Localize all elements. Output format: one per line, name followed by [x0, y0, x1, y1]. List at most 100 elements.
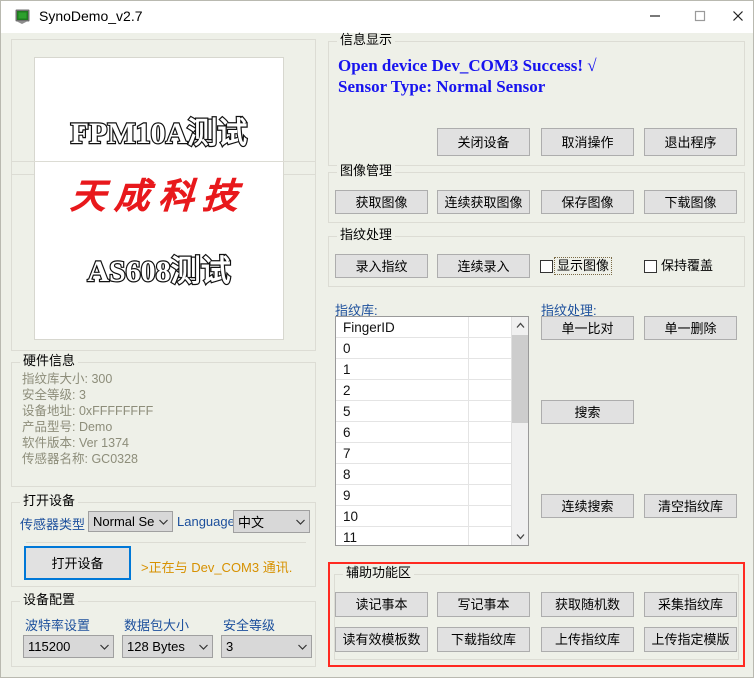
connection-status-text: >正在与 Dev_COM3 通讯. [141, 560, 293, 575]
list-item[interactable]: 7 [336, 443, 528, 464]
list-item-fingerid: 7 [343, 445, 351, 461]
download-fingerprint-db-button[interactable]: 下载指纹库 [437, 627, 530, 652]
continuous-search-button[interactable]: 连续搜索 [541, 494, 634, 518]
info-line-2: Sensor Type: Normal Sensor [338, 77, 546, 96]
checkbox-box [644, 259, 657, 273]
list-item-fingerid: 11 [343, 529, 358, 545]
collect-fingerprint-db-button[interactable]: 采集指纹库 [644, 592, 737, 617]
list-item[interactable]: 9 [336, 485, 528, 506]
cancel-operation-button[interactable]: 取消操作 [541, 128, 634, 156]
show-image-checkbox[interactable]: 显示图像 [540, 257, 613, 275]
app-icon [14, 7, 32, 25]
list-item[interactable]: 2 [336, 380, 528, 401]
show-image-checkbox-label: 显示图像 [553, 257, 613, 275]
list-item[interactable]: 10 [336, 506, 528, 527]
security-level-value: 3 [226, 639, 234, 654]
hw-row-5: 传感器名称: GC0328 [22, 452, 139, 466]
chevron-down-icon [294, 643, 311, 651]
maximize-button[interactable] [677, 1, 722, 31]
packet-size-select[interactable]: 128 Bytes [122, 635, 213, 658]
read-valid-template-count-button[interactable]: 读有效模板数 [335, 627, 428, 652]
sensor-type-label: 传感器类型 [20, 517, 86, 532]
scroll-down-icon[interactable] [512, 528, 528, 545]
sensor-type-select[interactable]: Normal Ser [88, 511, 173, 532]
image-manage-title: 图像管理 [337, 164, 396, 178]
search-button[interactable]: 搜索 [541, 400, 634, 424]
hw-row-2: 设备地址: 0xFFFFFFFF [22, 404, 154, 418]
list-item-fingerid: 6 [343, 424, 351, 440]
chevron-down-icon [195, 643, 212, 651]
hw-row-0: 指纹库大小: 300 [22, 372, 113, 386]
clear-fingerprint-db-button[interactable]: 清空指纹库 [644, 494, 737, 518]
baud-rate-select[interactable]: 115200 [23, 635, 114, 658]
list-item-fingerid: 8 [343, 466, 351, 482]
image-display-frame [11, 161, 316, 351]
list-item-fingerid: 1 [343, 361, 351, 377]
list-item-fingerid: 9 [343, 487, 351, 503]
list-item-fingerid: 5 [343, 403, 351, 419]
hardware-info-title: 硬件信息 [20, 354, 79, 368]
chevron-down-icon [155, 518, 172, 526]
image-text-line1: FPM10A测试 [69, 116, 248, 151]
upload-fingerprint-db-button[interactable]: 上传指纹库 [541, 627, 634, 652]
upload-specified-template-button[interactable]: 上传指定模版 [644, 627, 737, 652]
scrollbar-thumb[interactable] [512, 335, 528, 423]
hw-row-4: 软件版本: Ver 1374 [22, 436, 129, 450]
fingerprint-db-list[interactable]: FingerID 01256789101112 [335, 316, 529, 546]
hw-row-1: 安全等级: 3 [22, 388, 86, 402]
list-item[interactable]: 11 [336, 527, 528, 545]
capture-image-button[interactable]: 获取图像 [335, 190, 428, 214]
info-line-1: Open device Dev_COM3 Success! √ [338, 56, 597, 75]
open-device-divider [26, 542, 306, 543]
sensor-type-value: Normal Ser [93, 514, 155, 529]
close-button[interactable] [722, 1, 753, 31]
list-scrollbar[interactable] [511, 317, 528, 545]
save-image-button[interactable]: 保存图像 [541, 190, 634, 214]
app-window: SynoDemo_v2.7 FPM10A测试 天成科技 AS608测试 硬件信息… [0, 0, 754, 678]
fingerprint-db-rows: 01256789101112 [336, 338, 528, 545]
language-select[interactable]: 中文 [233, 510, 310, 533]
download-image-button[interactable]: 下载图像 [644, 190, 737, 214]
chevron-down-icon [96, 643, 113, 651]
list-header-fingerid: FingerID [343, 319, 395, 335]
list-item[interactable]: 8 [336, 464, 528, 485]
chevron-down-icon [292, 518, 309, 526]
baud-rate-label: 波特率设置 [25, 618, 91, 633]
security-level-select[interactable]: 3 [221, 635, 312, 658]
scroll-up-icon[interactable] [512, 317, 528, 334]
continuous-enroll-button[interactable]: 连续录入 [437, 254, 530, 278]
security-level-label: 安全等级 [223, 618, 276, 633]
list-item-fingerid: 10 [343, 508, 359, 524]
device-config-title: 设备配置 [20, 593, 79, 607]
keep-overwrite-checkbox[interactable]: 保持覆盖 [644, 258, 715, 274]
single-delete-button[interactable]: 单一删除 [644, 316, 737, 340]
enroll-fingerprint-button[interactable]: 录入指纹 [335, 254, 428, 278]
list-item-fingerid: 0 [343, 340, 351, 356]
write-notepad-button[interactable]: 写记事本 [437, 592, 530, 617]
open-device-title: 打开设备 [20, 494, 79, 508]
fingerprint-process-title: 指纹处理 [337, 228, 396, 242]
list-item[interactable]: 0 [336, 338, 528, 359]
keep-overwrite-checkbox-label: 保持覆盖 [661, 258, 714, 273]
language-value: 中文 [238, 515, 265, 530]
list-header-row: FingerID [336, 317, 528, 338]
packet-size-value: 128 Bytes [127, 639, 185, 654]
open-device-button[interactable]: 打开设备 [24, 546, 131, 580]
list-item[interactable]: 6 [336, 422, 528, 443]
window-title: SynoDemo_v2.7 [39, 8, 143, 24]
list-item[interactable]: 5 [336, 401, 528, 422]
read-notepad-button[interactable]: 读记事本 [335, 592, 428, 617]
exit-program-button[interactable]: 退出程序 [644, 128, 737, 156]
continuous-capture-image-button[interactable]: 连续获取图像 [437, 190, 530, 214]
info-display-title: 信息显示 [337, 33, 396, 47]
single-compare-button[interactable]: 单一比对 [541, 316, 634, 340]
checkbox-box [540, 259, 553, 273]
hw-row-3: 产品型号: Demo [22, 420, 113, 434]
get-random-number-button[interactable]: 获取随机数 [541, 592, 634, 617]
baud-rate-value: 115200 [28, 639, 71, 654]
list-item[interactable]: 1 [336, 359, 528, 380]
minimize-button[interactable] [632, 1, 677, 31]
packet-size-label: 数据包大小 [124, 618, 190, 633]
close-device-button[interactable]: 关闭设备 [437, 128, 530, 156]
aux-area-title: 辅助功能区 [343, 566, 415, 580]
